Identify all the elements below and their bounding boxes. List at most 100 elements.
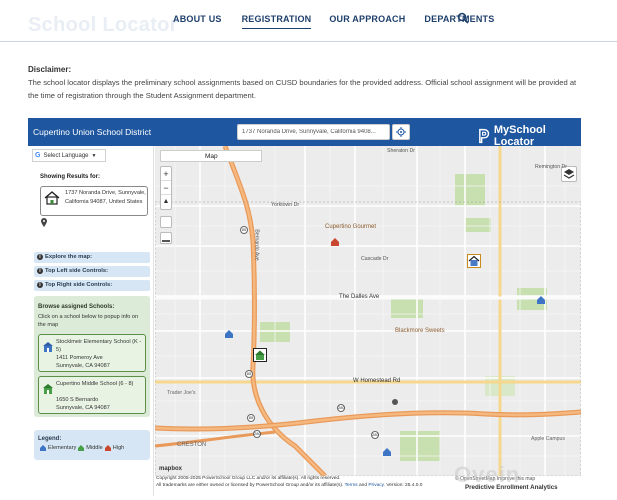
- legend-row: Elementary Middle High: [38, 445, 124, 451]
- middle-school-marker-icon[interactable]: [253, 348, 267, 362]
- page: School Locator ABOUT US REGISTRATION OUR…: [0, 0, 617, 500]
- school-name: Cupertino Middle School (6 - 8): [56, 381, 134, 387]
- locate-button[interactable]: [392, 124, 410, 140]
- showing-results-label: Showing Results for:: [40, 174, 100, 180]
- crosshair-icon: [396, 127, 406, 137]
- legend-middle: Middle: [86, 445, 103, 451]
- top-left-controls-row[interactable]: i Top Left side Controls:: [34, 266, 150, 277]
- and-text: and: [357, 482, 369, 488]
- disclaimer-title: Disclaimer:: [28, 65, 72, 74]
- school-address-line1: 1650 S Bernardo: [56, 397, 99, 403]
- main-nav: ABOUT US REGISTRATION OUR APPROACH DEPAR…: [173, 14, 494, 29]
- info-icon: i: [37, 268, 43, 274]
- legend-high: High: [112, 445, 125, 451]
- map-label: Sheraton Dr: [387, 148, 415, 154]
- school-name: Stocklmeir Elementary School (K - 5): [56, 339, 142, 353]
- map-pin-icon: [41, 218, 47, 227]
- map-basemap: [155, 146, 581, 476]
- top-right-controls-label: Top Right side Controls:: [45, 282, 113, 288]
- showing-results: Showing Results for: 1737 Noranda Drive,…: [34, 168, 150, 243]
- highway-85-shield: 85: [245, 370, 253, 378]
- top-left-controls-label: Top Left side Controls:: [45, 268, 109, 274]
- school-address: 1650 S Bernardo Sunnyvale, CA 94087: [56, 397, 146, 412]
- map-label: Bernardo Ave: [253, 229, 260, 261]
- zoom-control[interactable]: + − ▲: [160, 166, 172, 210]
- map-label: Yorktown Dr: [271, 202, 300, 208]
- school-card-middle[interactable]: Cupertino Middle School (6 - 8) 1650 S B…: [38, 376, 146, 414]
- info-icon: i: [37, 282, 43, 288]
- brand: MySchool Locator: [478, 124, 581, 148]
- map-label: W Homestead Rd: [353, 378, 401, 384]
- address-text: 1737 Noranda Drive, Sunnyvale, Californi…: [65, 190, 146, 205]
- explore-map-label: Explore the map:: [45, 254, 93, 260]
- page-ghost-title: School Locator: [28, 14, 178, 36]
- highway-280-shield: 280: [371, 431, 379, 439]
- legend-elementary: Elementary: [48, 445, 77, 451]
- map-label: Cascade Dr: [361, 256, 389, 262]
- language-select-label: Select Language: [43, 152, 89, 159]
- school-elementary-icon: [43, 342, 53, 352]
- powerschool-logo-icon: [479, 128, 490, 144]
- elementary-icon: [40, 445, 46, 451]
- legend-panel: Legend: Elementary Middle High: [34, 430, 150, 460]
- elementary-school-marker-icon[interactable]: [383, 448, 391, 456]
- high-icon: [104, 445, 111, 451]
- high-school-marker-icon[interactable]: [331, 238, 339, 246]
- version-text: . Version: 25.4.0.0: [383, 482, 423, 488]
- school-address: 1411 Pomeroy Ave Sunnyvale, CA 94087: [56, 355, 146, 370]
- highway-85-shield: 85: [240, 226, 248, 234]
- elementary-school-marker-icon[interactable]: [225, 330, 233, 338]
- map-label: Trader Joe's: [167, 390, 196, 396]
- google-icon: G: [35, 152, 41, 159]
- search-icon[interactable]: [457, 12, 469, 24]
- app-header: Cupertino Union School District MySchool: [28, 118, 581, 148]
- trademark-text: All trademarks are either owned or licen…: [156, 482, 345, 488]
- school-address-line1: 1411 Pomeroy Ave: [56, 355, 103, 361]
- zoom-out-button[interactable]: −: [161, 181, 171, 195]
- terms-link[interactable]: Terms: [345, 483, 358, 488]
- home-icon: [44, 191, 60, 205]
- measure-tool-button[interactable]: [160, 232, 172, 244]
- highway-280-shield: 280: [337, 404, 345, 412]
- schools-panel: Browse assigned Schools: Click on a scho…: [34, 296, 150, 417]
- map-label: Remington Dr: [535, 164, 568, 170]
- chevron-down-icon: ▼: [91, 152, 97, 159]
- schools-title: Browse assigned Schools:: [38, 304, 115, 310]
- zoom-in-button[interactable]: +: [161, 167, 171, 181]
- watermark: Ovein: [454, 462, 521, 487]
- legend-title: Legend:: [38, 436, 62, 442]
- brand-name: MySchool Locator: [493, 124, 546, 148]
- school-address-line2: Sunnyvale, CA 94087: [56, 404, 110, 411]
- top-right-controls-row[interactable]: i Top Right side Controls:: [34, 280, 150, 291]
- address-search-input[interactable]: [237, 124, 390, 140]
- nav-registration[interactable]: REGISTRATION: [241, 14, 312, 29]
- privacy-link[interactable]: Privacy: [368, 483, 383, 488]
- nav-our-approach[interactable]: OUR APPROACH: [329, 14, 405, 29]
- language-select[interactable]: G Select Language ▼: [32, 149, 106, 162]
- map-label: Blackmore Sweets: [395, 328, 445, 334]
- elementary-school-marker-icon[interactable]: [537, 296, 545, 304]
- school-card-elementary[interactable]: Stocklmeir Elementary School (K - 5) 141…: [38, 334, 146, 372]
- mapbox-logo: mapbox: [159, 466, 183, 472]
- nav-about-us[interactable]: ABOUT US: [173, 14, 222, 29]
- school-locator-app: Cupertino Union School District MySchool: [28, 118, 581, 496]
- draw-tool-button[interactable]: [160, 216, 172, 228]
- sidebar: G Select Language ▼ Showing Results for:…: [28, 146, 154, 496]
- middle-icon: [78, 445, 85, 451]
- highway-85-shield: 85: [247, 414, 255, 422]
- home-location-icon[interactable]: [467, 254, 481, 268]
- map-label: Apple Campus: [531, 436, 566, 442]
- map-label: The Dalles Ave: [339, 294, 380, 300]
- place-pin-icon: [392, 399, 398, 405]
- map-label: Cupertino Gourmet: [325, 224, 377, 230]
- address-card[interactable]: 1737 Noranda Drive, Sunnyvale, Californi…: [40, 186, 148, 216]
- map-label: CRESTON: [177, 442, 207, 448]
- explore-map-row[interactable]: i Explore the map:: [34, 252, 150, 263]
- compass-icon[interactable]: ▲: [161, 195, 171, 209]
- app-title: Cupertino Union School District: [33, 127, 152, 137]
- school-address-line2: Sunnyvale, CA 94087: [56, 362, 110, 369]
- disclaimer-text: The school locator displays the prelimin…: [28, 78, 577, 100]
- map-type-tab[interactable]: Map: [160, 150, 262, 162]
- schools-subtitle: Click on a school below to popup info on…: [38, 314, 139, 328]
- map-view[interactable]: Map + − ▲ Sheraton Dr Remington Dr Yorkt…: [155, 146, 581, 476]
